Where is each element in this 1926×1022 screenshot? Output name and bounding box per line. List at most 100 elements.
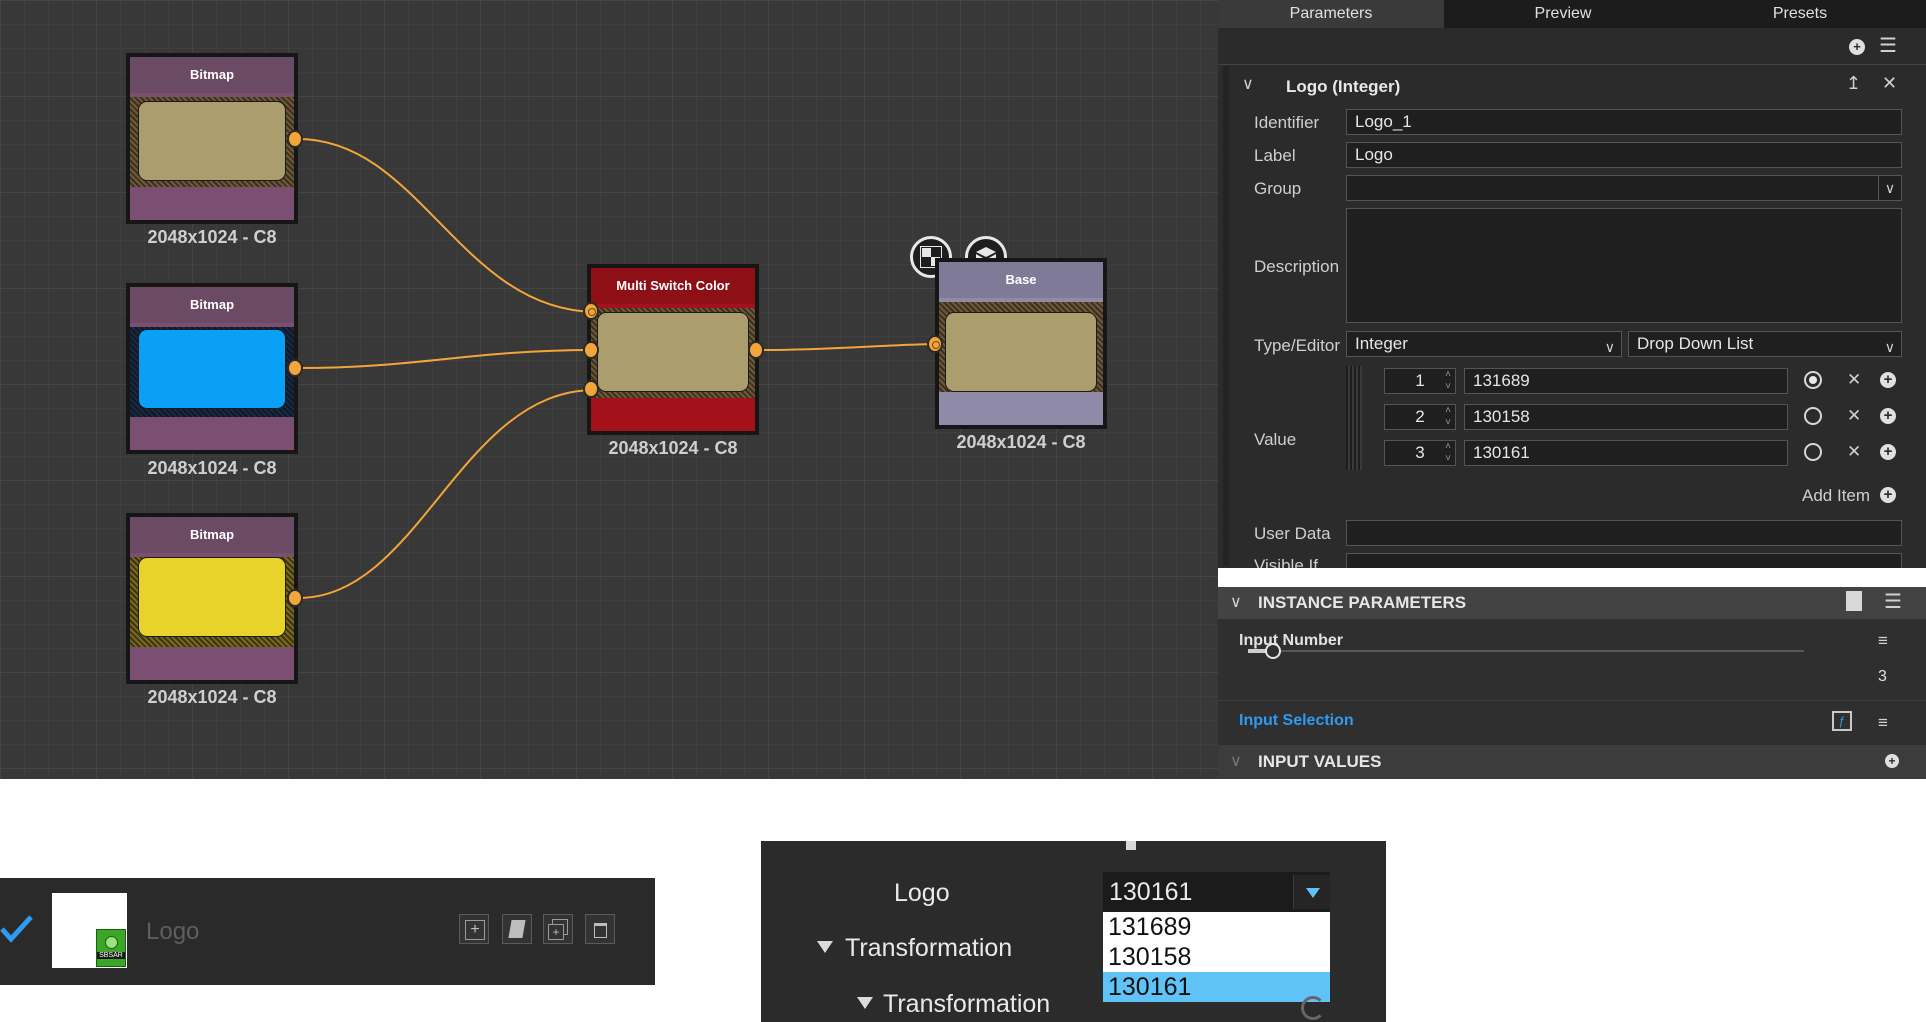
add-item-button[interactable]: Add Item: [1802, 486, 1870, 506]
checkmark-icon[interactable]: [0, 914, 34, 944]
triangle-down-icon: [1306, 888, 1320, 898]
dropdown-option[interactable]: 131689: [1103, 912, 1330, 942]
item-index: 3: [1415, 443, 1425, 462]
list-options-icon[interactable]: ≡: [1878, 631, 1888, 651]
add-item-icon[interactable]: +: [1880, 487, 1896, 503]
material-button[interactable]: [502, 914, 532, 944]
user-data-label: User Data: [1254, 524, 1331, 543]
remove-item-icon[interactable]: ✕: [1847, 442, 1861, 462]
wire-bitmap1-switch: [297, 138, 596, 313]
bitmap-node-1[interactable]: Bitmap: [126, 53, 298, 224]
output-port[interactable]: [287, 130, 303, 148]
description-field[interactable]: [1346, 208, 1902, 323]
input-number-value[interactable]: 3: [1878, 668, 1887, 686]
dropdown-arrow-button[interactable]: [1293, 875, 1330, 909]
remove-item-icon[interactable]: ✕: [1847, 406, 1861, 426]
tab-presets[interactable]: Presets: [1682, 0, 1918, 28]
default-radio[interactable]: [1804, 407, 1822, 425]
output-port[interactable]: [287, 589, 303, 607]
edit-function-icon[interactable]: ƒ: [1832, 711, 1852, 731]
remove-item-icon[interactable]: ✕: [1847, 370, 1861, 390]
bitmap-node-2[interactable]: Bitmap: [126, 283, 298, 454]
add-input-value-icon[interactable]: +: [1885, 754, 1899, 768]
value-item-row: 1 ˄ ˅ 131689 ✕ +: [1218, 368, 1926, 396]
add-button[interactable]: +: [459, 914, 489, 944]
item-value-field[interactable]: 130158: [1464, 404, 1788, 430]
insert-item-icon[interactable]: +: [1880, 372, 1896, 388]
slider-thumb[interactable]: [1265, 643, 1281, 659]
visible-if-field[interactable]: [1346, 553, 1902, 568]
tab-parameters[interactable]: Parameters: [1218, 0, 1444, 28]
input-port[interactable]: [927, 335, 943, 353]
triangle-down-icon[interactable]: [817, 941, 833, 953]
scroll-track[interactable]: [1223, 66, 1229, 566]
menu-icon[interactable]: ☰: [1884, 589, 1902, 614]
default-radio[interactable]: [1804, 371, 1822, 389]
output-port[interactable]: [748, 341, 764, 359]
export-icon[interactable]: ↥: [1846, 73, 1861, 94]
duplicate-button[interactable]: +: [543, 914, 573, 944]
item-index-spinner[interactable]: 2 ˄ ˅: [1384, 404, 1456, 430]
spinner-arrows-icon: ˄ ˅: [1445, 369, 1451, 392]
identifier-field[interactable]: Logo_1: [1346, 109, 1902, 135]
node-thumbnail: [597, 312, 749, 392]
group-label: Group: [1254, 179, 1302, 198]
node-thumbnail: [138, 329, 286, 409]
insert-item-icon[interactable]: +: [1880, 408, 1896, 424]
resource-name: Logo: [146, 918, 200, 945]
group-transformation[interactable]: Transformation: [845, 934, 1012, 963]
dropdown-option-highlighted[interactable]: 130161: [1103, 972, 1330, 1002]
item-value-field[interactable]: 131689: [1464, 368, 1788, 394]
bitmap-node-3[interactable]: Bitmap: [126, 513, 298, 684]
dropdown-option[interactable]: 130158: [1103, 942, 1330, 972]
multi-switch-color-node[interactable]: Multi Switch Color: [587, 264, 759, 435]
wire-bitmap2-switch: [297, 349, 596, 369]
type-select[interactable]: Integer ∨: [1346, 331, 1622, 357]
node-title: Bitmap: [130, 287, 294, 323]
chevron-down-icon: ∨: [1878, 176, 1901, 200]
input-port-1[interactable]: [583, 302, 599, 320]
output-port[interactable]: [287, 359, 303, 377]
editor-select[interactable]: Drop Down List ∨: [1628, 331, 1902, 357]
splitter-handle[interactable]: [1126, 841, 1136, 850]
collapse-chevron-icon[interactable]: ∨: [1242, 74, 1254, 94]
sbsar-badge: SBSAR: [97, 952, 125, 959]
panel-tabs: Parameters Preview Presets: [1218, 0, 1926, 28]
instance-parameters-title: INSTANCE PARAMETERS: [1258, 593, 1467, 612]
close-icon[interactable]: ✕: [1882, 73, 1897, 94]
panel-menu-icon[interactable]: ☰: [1879, 33, 1897, 58]
default-radio[interactable]: [1804, 443, 1822, 461]
item-index-spinner[interactable]: 1 ˄ ˅: [1384, 368, 1456, 394]
node-resolution: 2048x1024 - C8: [147, 687, 277, 707]
value-item-row: 2 ˄ ˅ 130158 ✕ +: [1218, 404, 1926, 432]
input-selection-label[interactable]: Input Selection: [1239, 712, 1354, 730]
user-data-field[interactable]: [1346, 520, 1902, 546]
trash-icon: [594, 923, 607, 938]
item-index-spinner[interactable]: 3 ˄ ˅: [1384, 440, 1456, 466]
instance-parameters-header[interactable]: ∨ INSTANCE PARAMETERS ☰: [1218, 587, 1926, 619]
input-values-header[interactable]: ∨ INPUT VALUES +: [1218, 745, 1926, 779]
triangle-down-icon[interactable]: [857, 997, 873, 1009]
item-value-field[interactable]: 130161: [1464, 440, 1788, 466]
group-transformation-sub[interactable]: Transformation: [883, 990, 1050, 1019]
base-output-node[interactable]: Base: [935, 258, 1107, 429]
resource-row[interactable]: SBSAR Logo + +: [0, 878, 655, 985]
graph-canvas[interactable]: Bitmap 2048x1024 - C8 Bitmap 2048x1024 -…: [0, 0, 1218, 779]
group-select[interactable]: ∨: [1346, 175, 1902, 201]
list-options-icon[interactable]: ≡: [1878, 713, 1888, 733]
delete-button[interactable]: [585, 914, 615, 944]
input-number-slider[interactable]: [1248, 642, 1804, 662]
reset-icon[interactable]: [1301, 996, 1325, 1020]
insert-item-icon[interactable]: +: [1880, 444, 1896, 460]
add-parameter-icon[interactable]: +: [1849, 39, 1865, 55]
sheet-icon: [508, 920, 526, 938]
label-field[interactable]: Logo: [1346, 142, 1902, 168]
input-port-3[interactable]: [583, 380, 599, 398]
plus-square-icon: +: [465, 920, 485, 940]
logo-dropdown[interactable]: 130161: [1103, 872, 1330, 913]
logo-param-label: Logo: [894, 879, 950, 907]
visible-if-label: Visible If: [1254, 556, 1318, 568]
input-port-2[interactable]: [583, 341, 599, 359]
preset-icon[interactable]: [1846, 591, 1862, 611]
tab-preview[interactable]: Preview: [1444, 0, 1682, 28]
